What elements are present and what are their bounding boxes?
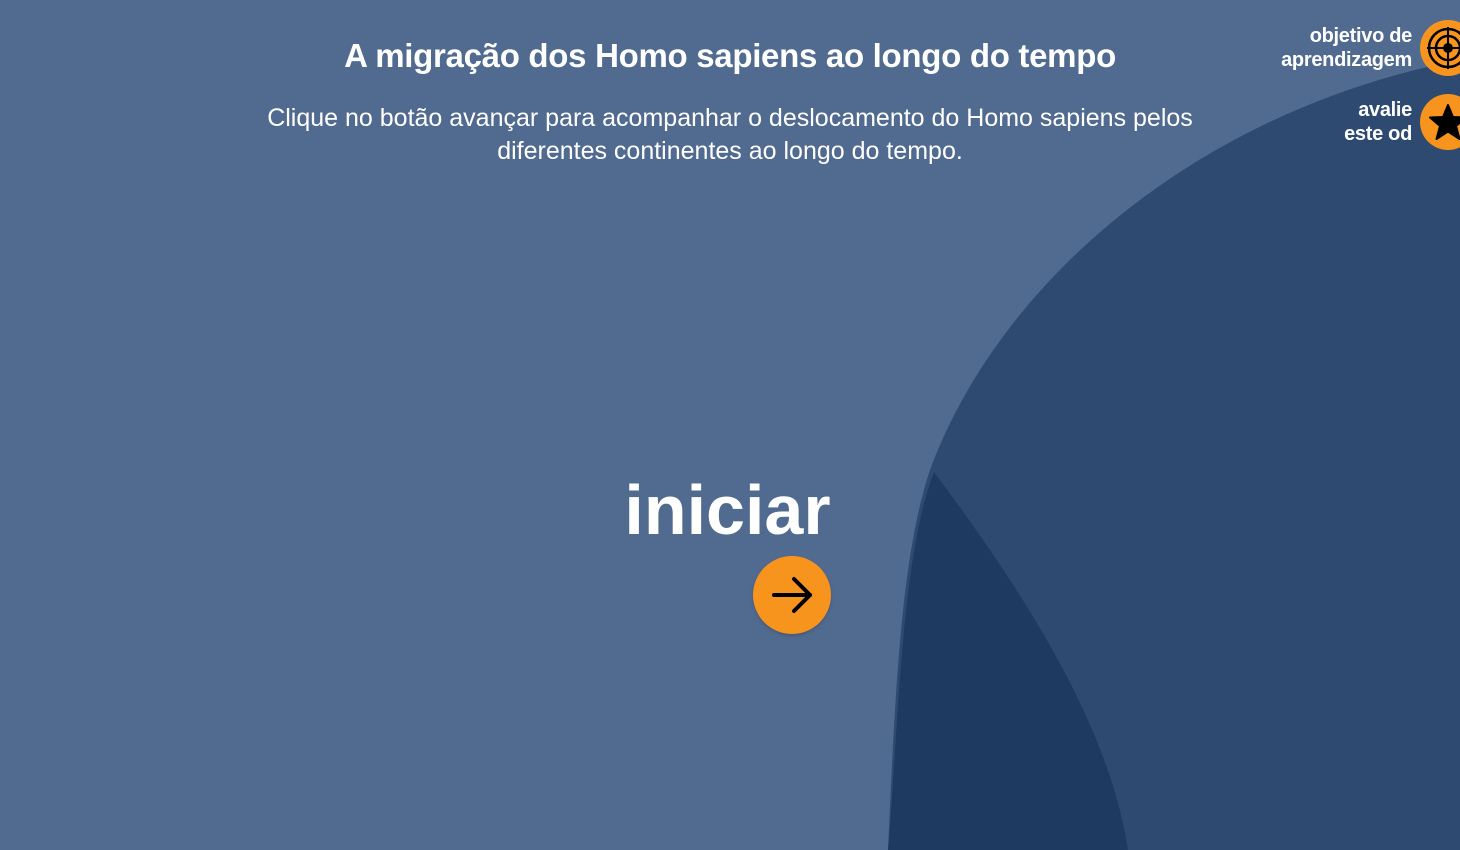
rate-label: avalie este od: [1344, 99, 1412, 145]
arrow-right-icon: [772, 577, 812, 613]
start-button[interactable]: [753, 556, 831, 634]
instructions-text: Clique no botão avançar para acompanhar …: [267, 104, 1193, 165]
learning-objective-label: objetivo de aprendizagem: [1281, 25, 1412, 71]
learning-objective-button[interactable]: objetivo de aprendizagem: [1220, 20, 1460, 76]
top-actions: objetivo de aprendizagem avalie este od: [1220, 20, 1460, 168]
page-title: A migração dos Homo sapiens ao longo do …: [344, 37, 1116, 74]
target-icon: [1420, 20, 1460, 76]
start-label: iniciar: [624, 471, 831, 549]
rate-button[interactable]: avalie este od: [1220, 94, 1460, 150]
star-icon: [1420, 94, 1460, 150]
